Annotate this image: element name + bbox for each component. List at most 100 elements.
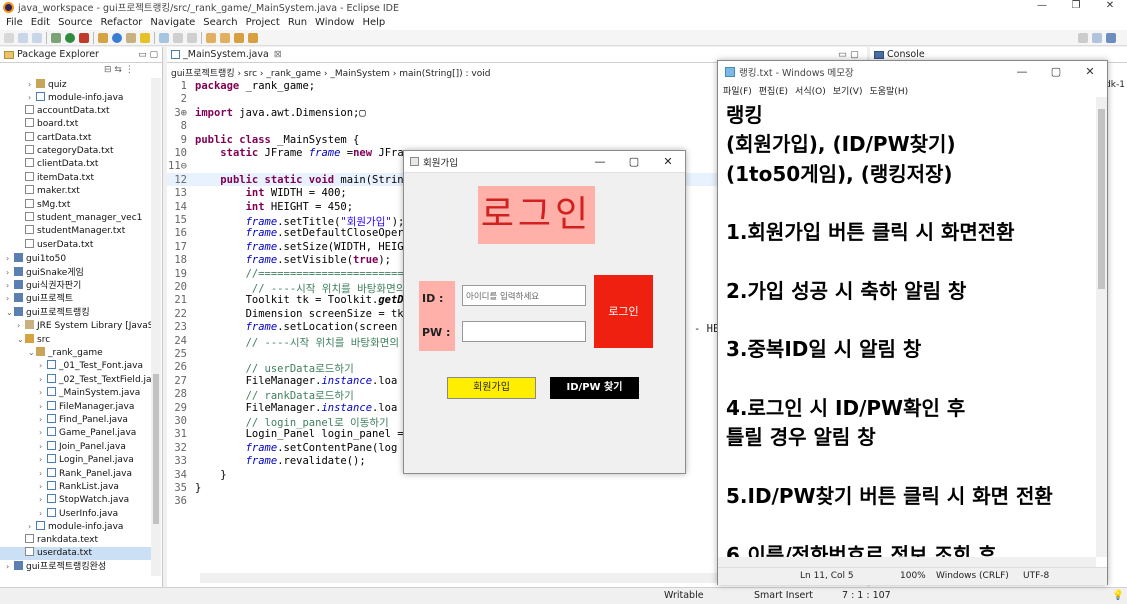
view-minimize-icon[interactable]: ▭ ▢ (138, 50, 158, 60)
notepad-menu-item[interactable]: 편집(E) (759, 84, 788, 97)
collapsed-arrow-icon[interactable]: › (28, 91, 36, 104)
tree-item[interactable]: cartData.txt (0, 131, 151, 145)
tree-item[interactable]: › Login_Panel.java (0, 453, 151, 466)
collapsed-arrow-icon[interactable]: › (39, 373, 47, 386)
tree-item[interactable]: › gui프로젝트 (0, 292, 151, 305)
breadcrumb[interactable]: gui프로젝트랭킹 › src › _rank_game › _MainSyst… (171, 66, 490, 79)
tree-item[interactable]: sMg.txt (0, 198, 151, 212)
menu-item-refactor[interactable]: Refactor (100, 17, 142, 28)
tree-item[interactable]: › Find_Panel.java (0, 413, 151, 426)
tree-item[interactable]: userdata.txt (0, 547, 151, 561)
tree-item[interactable]: accountData.txt (0, 104, 151, 118)
expanded-arrow-icon[interactable]: ⌄ (28, 346, 36, 359)
collapsed-arrow-icon[interactable]: › (6, 279, 14, 292)
forward-icon[interactable] (248, 32, 258, 43)
code-line[interactable]: Login_Panel login_panel = (195, 428, 404, 440)
tree-item[interactable]: userData.txt (0, 238, 151, 252)
code-line[interactable]: int HEIGHT = 450; (195, 201, 353, 213)
id-input[interactable]: 아이디를 입력하세요 (462, 285, 586, 306)
tree-item[interactable]: › module-info.java (0, 91, 151, 104)
link-editor-icon[interactable]: ⇆ (114, 65, 122, 75)
collapsed-arrow-icon[interactable]: › (39, 453, 47, 466)
perspective-icon[interactable] (1092, 32, 1102, 43)
code-line[interactable]: Dimension screenSize = tk (195, 308, 404, 320)
tree-item[interactable]: › _01_Test_Font.java (0, 359, 151, 372)
prev-annotation-icon[interactable] (220, 32, 230, 43)
tree-item[interactable]: › RankList.java (0, 480, 151, 493)
menu-item-navigate[interactable]: Navigate (150, 17, 195, 28)
collapsed-arrow-icon[interactable]: › (39, 359, 47, 372)
tree-item[interactable]: › gui식권자판기 (0, 279, 151, 292)
back-icon[interactable] (234, 32, 244, 43)
tree-item[interactable]: clientData.txt (0, 158, 151, 171)
menu-item-source[interactable]: Source (58, 17, 92, 28)
swing-minimize-icon[interactable]: — (583, 151, 617, 173)
collapsed-arrow-icon[interactable]: › (6, 252, 14, 265)
next-annotation-icon[interactable] (206, 32, 216, 43)
scrollbar-thumb[interactable] (153, 374, 159, 524)
tree-item[interactable]: itemData.txt (0, 171, 151, 185)
code-line[interactable]: FileManager.instance.loa (195, 402, 398, 414)
notepad-menu-item[interactable]: 도움말(H) (869, 84, 908, 97)
code-line[interactable]: frame.setLocation(screen (195, 321, 398, 333)
tree-item[interactable]: › Rank_Panel.java (0, 467, 151, 480)
swing-maximize-icon[interactable]: ▢ (617, 151, 651, 173)
menu-item-window[interactable]: Window (315, 17, 354, 28)
code-line[interactable]: frame.setDefaultCloseOper (195, 227, 404, 239)
tree-item[interactable]: categoryData.txt (0, 145, 151, 158)
open-type-icon[interactable] (126, 32, 136, 43)
collapsed-arrow-icon[interactable]: › (28, 520, 36, 533)
swing-close-icon[interactable]: ✕ (651, 151, 685, 173)
notepad-maximize-icon[interactable]: ▢ (1039, 61, 1073, 83)
menu-item-edit[interactable]: Edit (31, 17, 50, 28)
notepad-menu-item[interactable]: 보기(V) (833, 84, 863, 97)
external-tools-icon[interactable] (79, 32, 89, 43)
package-explorer-tab[interactable]: Package Explorer ▭ ▢ (0, 47, 162, 63)
code-line[interactable]: import java.awt.Dimension;▢ (195, 107, 366, 119)
collapsed-arrow-icon[interactable]: › (39, 440, 47, 453)
show-whitespace-icon[interactable] (187, 32, 197, 43)
tab-close-icon[interactable]: ⊠ (274, 49, 282, 60)
tree-item[interactable]: › Game_Panel.java (0, 426, 151, 439)
package-explorer-scrollbar[interactable] (151, 78, 161, 576)
code-line[interactable]: FileManager.instance.loa (195, 375, 398, 387)
java-perspective-icon[interactable] (1106, 32, 1116, 43)
new-class-icon[interactable] (112, 32, 122, 43)
collapsed-arrow-icon[interactable]: › (39, 426, 47, 439)
word-wrap-icon[interactable] (173, 32, 183, 43)
notepad-title-bar[interactable]: 랭킹.txt - Windows 메모장 — ▢ ✕ (718, 61, 1107, 83)
code-line[interactable]: //======================== (195, 268, 410, 280)
new-icon[interactable] (4, 32, 14, 43)
save-all-icon[interactable] (32, 32, 42, 43)
notepad-minimize-icon[interactable]: — (1005, 61, 1039, 83)
notepad-horizontal-scrollbar[interactable] (718, 557, 1096, 567)
tree-item[interactable]: › module-info.java (0, 520, 151, 533)
view-menu-icon[interactable]: ⋮ (125, 65, 134, 75)
tree-item[interactable]: › guiSnake게임 (0, 266, 151, 279)
swing-title-bar[interactable]: 회원가입 — ▢ ✕ (404, 151, 685, 173)
new-package-icon[interactable] (98, 32, 108, 43)
join-button[interactable]: 회원가입 (447, 377, 536, 399)
code-line[interactable]: frame.revalidate(); (195, 455, 366, 467)
menu-item-search[interactable]: Search (203, 17, 237, 28)
expanded-arrow-icon[interactable]: ⌄ (17, 333, 25, 346)
menu-item-run[interactable]: Run (288, 17, 307, 28)
tree-item[interactable]: › StopWatch.java (0, 493, 151, 506)
tree-item[interactable]: › gui1to50 (0, 252, 151, 265)
run-icon[interactable] (65, 32, 75, 43)
debug-icon[interactable] (51, 32, 61, 43)
code-line[interactable]: } (195, 482, 201, 494)
collapsed-arrow-icon[interactable]: › (17, 319, 25, 332)
tree-item[interactable]: › gui프로젝트랭킹완성 (0, 560, 151, 573)
tree-item[interactable]: ⌄ gui프로젝트랭킹 (0, 306, 151, 319)
close-icon[interactable]: ✕ (1093, 0, 1127, 11)
search-icon[interactable] (1078, 32, 1088, 43)
minimize-icon[interactable]: — (1025, 0, 1059, 11)
code-line[interactable]: frame.setContentPane(log (195, 442, 398, 454)
notepad-text-area[interactable]: 랭킹 (회원가입), (ID/PW찾기) (1to50게임), (랭킹저장) 1.회원… (718, 97, 1096, 557)
collapsed-arrow-icon[interactable]: › (28, 78, 36, 91)
code-line[interactable]: } (195, 469, 226, 481)
tree-item[interactable]: maker.txt (0, 185, 151, 198)
editor-horizontal-scrollbar[interactable] (200, 573, 720, 583)
notepad-menu-item[interactable]: 파일(F) (723, 84, 752, 97)
